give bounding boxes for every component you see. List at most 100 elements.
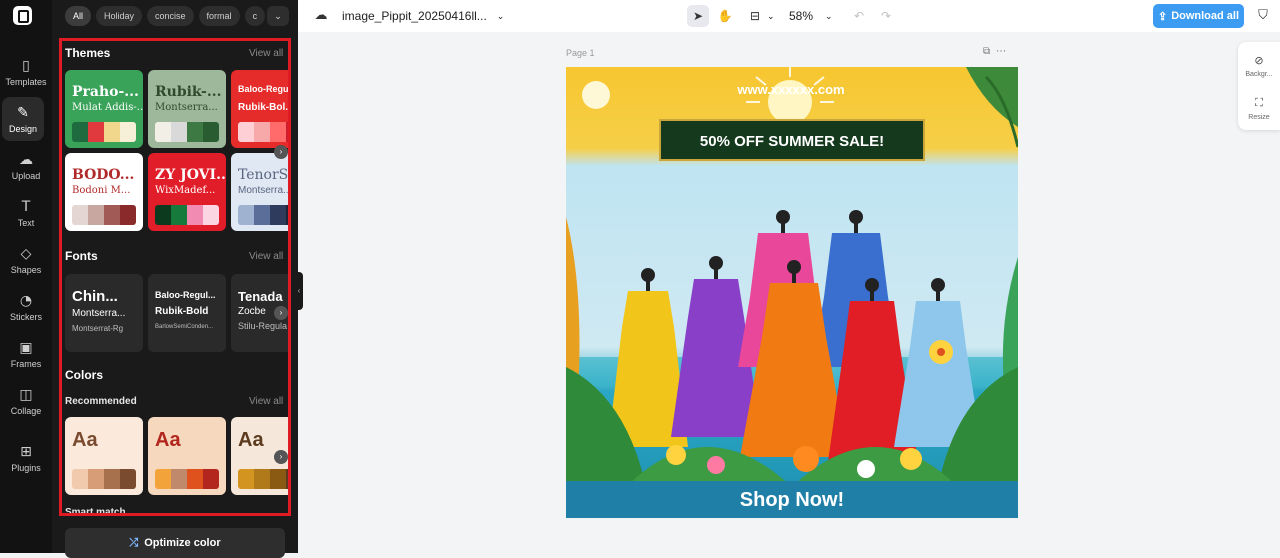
rail-item-label: Plugins (11, 462, 41, 473)
optimize-color-button[interactable]: ⤮ Optimize color (65, 528, 285, 558)
swatch (254, 122, 270, 142)
theme-card-title: Baloo-Regu... (238, 84, 291, 94)
hand-tool-icon[interactable]: ✋ (714, 5, 736, 27)
page-tools-icons[interactable]: ⧉⋯ (983, 46, 1012, 57)
chip-formal[interactable]: formal (198, 6, 240, 26)
redo-icon[interactable]: ↷ (875, 5, 897, 27)
chevron-down-icon: ⌄ (496, 10, 505, 21)
chevron-down-icon[interactable]: ⌄ (767, 11, 775, 22)
download-all-button[interactable]: ⇪ Download all (1153, 4, 1244, 28)
rail-item-collage[interactable]: ◫ Collage (0, 379, 52, 423)
chip-truncated[interactable]: c (244, 6, 266, 26)
canvas-side-panel: ⊘ Backgr... ⛶ Resize (1238, 42, 1280, 130)
color-swatches (155, 205, 219, 225)
fonts-title: Fonts (65, 249, 98, 263)
font-card[interactable]: Chin... Montserra... Montserrat-Rg (65, 274, 143, 352)
rail-item-label: Upload (11, 170, 41, 181)
font-card-sub: Montserra... (72, 308, 126, 319)
rail-item-plugins[interactable]: ⊞ Plugins (0, 436, 52, 480)
rail-item-stickers[interactable]: ◔ Stickers (0, 285, 52, 329)
color-palette-card[interactable]: Aa (148, 417, 226, 495)
app-logo-icon[interactable] (13, 6, 32, 25)
swatch (270, 122, 286, 142)
themes-view-all-link[interactable]: View all (249, 48, 283, 59)
font-card-sub2: Stilu-Regula (238, 321, 288, 331)
rail-item-text[interactable]: T Text (0, 191, 52, 235)
zoom-control[interactable]: 58% ⌄ (789, 0, 833, 32)
theme-card[interactable]: Baloo-Regu... Rubik-Bol... (231, 70, 291, 148)
theme-card[interactable]: BODO... Bodoni M... (65, 153, 143, 231)
chip-holiday[interactable]: Holiday (96, 6, 143, 26)
swatch (187, 205, 203, 225)
color-palette-card[interactable]: Aa (65, 417, 143, 495)
resize-icon: ⛶ (1255, 96, 1263, 109)
undo-icon[interactable]: ↶ (848, 5, 870, 27)
rail-item-shapes[interactable]: ◇ Shapes (0, 238, 52, 282)
rail-item-templates[interactable]: ▯ Templates (0, 50, 52, 94)
select-tool-icon[interactable]: ➤ (687, 5, 709, 27)
zoom-level: 58% (789, 9, 814, 23)
fonts-next-arrow-icon[interactable]: › (274, 306, 288, 320)
rail-item-design[interactable]: ✎ Design (2, 97, 44, 141)
swatch (171, 122, 187, 142)
theme-card[interactable]: ZY JOVI... WixMadef... (148, 153, 226, 231)
themes-title: Themes (65, 46, 111, 60)
shield-icon[interactable]: ⛉ (1252, 5, 1274, 27)
theme-card-sub: Rubik-Bol... (238, 102, 291, 113)
upload-icon: ☁ (19, 151, 33, 168)
rail-item-label: Shapes (10, 264, 42, 275)
swatch (203, 205, 219, 225)
stickers-icon: ◔ (19, 292, 33, 309)
font-card-sub2: BarlowSemiConden... (155, 324, 214, 330)
poster-cta: Shop Now! (740, 489, 844, 511)
palette-preview-text: Aa (72, 429, 98, 451)
color-swatches (155, 122, 219, 142)
swatch (270, 469, 286, 489)
theme-card-sub: WixMadef... (155, 185, 216, 196)
rail-item-upload[interactable]: ☁ Upload (0, 144, 52, 188)
rail-item-frames[interactable]: ▣ Frames (0, 332, 52, 376)
rail-item-label: Text (17, 217, 35, 228)
font-card[interactable]: Baloo-Regul... Rubik-Bold BarlowSemiCond… (148, 274, 226, 352)
swatch (203, 122, 219, 142)
color-swatches (238, 469, 288, 489)
cloud-save-icon[interactable]: ☁ (310, 5, 332, 27)
colors-view-all-link[interactable]: View all (249, 396, 283, 407)
layout-icon[interactable]: ⊟ (744, 5, 766, 27)
swatch (155, 122, 171, 142)
collage-icon: ◫ (19, 386, 33, 403)
background-button[interactable]: ⊘ Backgr... (1238, 54, 1280, 78)
color-swatches (72, 205, 136, 225)
theme-card[interactable]: Praho-... Mulat Addis-... (65, 70, 143, 148)
chip-concise[interactable]: concise (147, 6, 194, 26)
color-swatches (155, 469, 219, 489)
chevron-down-icon[interactable]: ⌄ (267, 6, 289, 26)
plugins-icon: ⊞ (20, 443, 32, 460)
top-toolbar: ☁ image_Pippit_20250416ll... ⌄ ➤ ✋ ⊟ ⌄ 5… (298, 0, 1280, 32)
swatch (203, 469, 219, 489)
swatch (270, 205, 286, 225)
recommended-label: Recommended (65, 396, 137, 407)
chip-all[interactable]: All (65, 6, 92, 26)
swatch (254, 469, 270, 489)
theme-card[interactable]: Rubik-... Montserra... (148, 70, 226, 148)
resize-button[interactable]: ⛶ Resize (1238, 96, 1280, 121)
themes-next-arrow-icon[interactable]: › (274, 145, 288, 159)
swatch (104, 205, 120, 225)
swatch (104, 469, 120, 489)
fonts-view-all-link[interactable]: View all (249, 251, 283, 262)
rail-item-label: Stickers (9, 311, 42, 322)
chevron-down-icon: ⌄ (825, 10, 833, 21)
swatch (238, 122, 254, 142)
collapse-panel-handle[interactable]: ‹ (295, 272, 303, 310)
rail-item-label: Collage (10, 405, 42, 416)
rail-item-label: Frames (10, 358, 42, 369)
frames-icon: ▣ (19, 339, 33, 356)
smart-match-label: Smart match (65, 507, 126, 516)
palette-preview-text: Aa (238, 429, 264, 451)
file-name[interactable]: image_Pippit_20250416ll... ⌄ (342, 0, 504, 32)
artwork-image[interactable]: www.xxxxxx.com 50% OFF SUMMER SALE! Shop… (566, 67, 1018, 518)
theme-card[interactable]: TenorS... Montserra... (231, 153, 288, 231)
colors-next-arrow-icon[interactable]: › (274, 450, 288, 464)
swatch (286, 205, 288, 225)
